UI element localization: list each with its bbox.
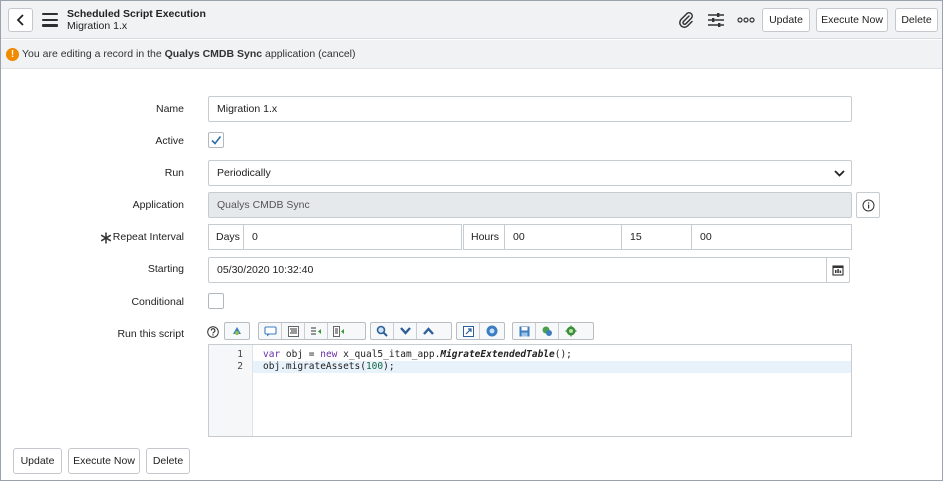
help-icon[interactable] <box>207 326 219 338</box>
run-select-value: Periodically <box>217 167 271 179</box>
script-editor[interactable]: 1 2 var obj = new x_qual5_itam_app.Migra… <box>208 344 852 437</box>
line-number: 2 <box>237 361 243 372</box>
update-button[interactable]: Update <box>762 8 810 32</box>
back-button[interactable] <box>8 8 33 32</box>
execute-now-button[interactable]: Execute Now <box>816 8 888 32</box>
debug-icon[interactable] <box>536 323 559 339</box>
minutes-field[interactable]: 15 <box>621 224 692 250</box>
active-label: Active <box>155 135 184 147</box>
active-checkbox[interactable] <box>208 132 224 148</box>
toolbar-group-2 <box>258 322 366 340</box>
name-field[interactable]: Migration 1.x <box>208 96 852 122</box>
application-field: Qualys CMDB Sync <box>208 192 852 218</box>
find-previous-icon[interactable] <box>417 323 440 339</box>
toolbar-group-4 <box>456 322 505 340</box>
fullscreen-icon[interactable] <box>457 323 480 339</box>
line-number: 1 <box>237 349 243 360</box>
application-label: Application <box>132 199 184 211</box>
days-label: Days <box>208 224 244 250</box>
title-block: Scheduled Script Execution Migration 1.x <box>67 8 206 32</box>
format-code-icon[interactable] <box>282 323 305 339</box>
form-header: Scheduled Script Execution Migration 1.x… <box>1 1 942 39</box>
find-next-icon[interactable] <box>394 323 417 339</box>
run-label: Run <box>164 167 184 179</box>
calendar-icon <box>832 265 844 276</box>
conditional-checkbox[interactable] <box>208 293 224 309</box>
notice-app-name: Qualys CMDB Sync <box>164 48 263 60</box>
starting-field[interactable]: 05/30/2020 10:32:40 <box>208 257 827 283</box>
calendar-button[interactable] <box>826 257 850 283</box>
dropdown-icon <box>834 170 845 177</box>
menu-icon[interactable] <box>42 13 58 27</box>
repeat-interval-label: Repeat Interval <box>112 231 184 243</box>
comment-icon[interactable] <box>259 323 282 339</box>
conditional-label: Conditional <box>131 296 184 308</box>
run-script-icon[interactable] <box>559 323 582 339</box>
toolbar-group-3 <box>370 322 452 340</box>
hours-field[interactable]: 00 <box>504 224 622 250</box>
search-icon[interactable] <box>371 323 394 339</box>
delete-button[interactable]: Delete <box>895 8 938 32</box>
sliders-icon[interactable] <box>705 10 727 30</box>
warning-icon: ! <box>6 48 19 61</box>
code-line-2: obj.migrateAssets(100); <box>263 361 395 372</box>
application-info-button[interactable] <box>856 192 880 218</box>
info-icon <box>862 199 874 211</box>
record-name: Migration 1.x <box>67 20 128 32</box>
chevron-left-icon <box>16 14 24 26</box>
script-label: Run this script <box>117 328 184 340</box>
footer-execute-now-button[interactable]: Execute Now <box>68 448 140 474</box>
run-select[interactable]: Periodically <box>208 160 852 186</box>
footer-update-button[interactable]: Update <box>13 448 62 474</box>
seconds-field[interactable]: 00 <box>691 224 852 250</box>
name-label: Name <box>155 103 184 115</box>
check-icon <box>211 136 222 145</box>
footer-delete-button[interactable]: Delete <box>146 448 190 474</box>
line-gutter: 1 2 <box>209 345 253 436</box>
toolbar-group-1 <box>224 322 250 340</box>
code-line-1: var obj = new x_qual5_itam_app.MigrateEx… <box>263 349 572 360</box>
form-title: Scheduled Script Execution <box>67 8 206 20</box>
app-frame: Scheduled Script Execution Migration 1.x… <box>0 0 943 481</box>
replace-icon[interactable] <box>305 323 328 339</box>
cancel-link[interactable]: (cancel) <box>318 48 355 60</box>
replace-all-icon[interactable] <box>328 323 351 339</box>
toolbar-group-5 <box>512 322 594 340</box>
save-icon[interactable] <box>513 323 536 339</box>
toggle-syntax-icon[interactable] <box>225 323 248 339</box>
notice-text: You are editing a record in the Qualys C… <box>22 48 356 60</box>
days-field[interactable]: 0 <box>243 224 462 250</box>
hours-label: Hours <box>463 224 505 250</box>
script-help-icon[interactable] <box>480 323 503 339</box>
starting-label: Starting <box>147 263 184 275</box>
scope-notice: ! You are editing a record in the Qualys… <box>1 40 942 69</box>
more-icon[interactable] <box>735 10 757 30</box>
paperclip-icon[interactable] <box>675 10 697 30</box>
